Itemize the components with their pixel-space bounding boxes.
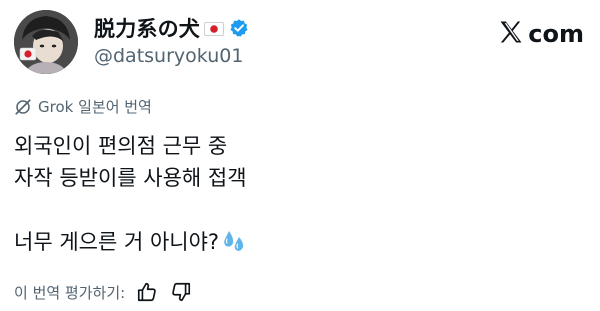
- japan-flag-icon: [204, 21, 224, 36]
- rate-translation-row: 이 번역 평가하기:: [14, 280, 193, 304]
- thumbs-down-icon[interactable]: [169, 280, 193, 304]
- name-row: 脱力系の犬: [94, 14, 249, 42]
- tweet-line-1: 외국인이 편의점 근무 중: [14, 134, 228, 158]
- avatar[interactable]: [14, 10, 78, 74]
- tweet-line-3: 너무 게으른 거 아니야?: [14, 230, 220, 254]
- translation-label: Grok 일본어 번역: [38, 98, 152, 116]
- thumbs-up-icon[interactable]: [135, 280, 159, 304]
- grok-icon: [14, 98, 32, 116]
- display-name[interactable]: 脱力系の犬: [94, 13, 200, 43]
- x-logo[interactable]: com: [496, 18, 584, 50]
- tweet-line-3-row: 너무 게으른 거 아니야?: [14, 226, 247, 258]
- tweet-line-2: 자작 등받이를 사용해 접객: [14, 166, 247, 190]
- user-handle[interactable]: @datsuryoku01: [94, 45, 243, 67]
- grok-translation-label[interactable]: Grok 일본어 번역: [14, 96, 152, 117]
- tweet-text: 외국인이 편의점 근무 중 자작 등받이를 사용해 접객 너무 게으른 거 아니…: [14, 130, 247, 258]
- verified-badge-icon: [229, 18, 249, 38]
- rate-translation-label: 이 번역 평가하기:: [14, 283, 126, 302]
- sweat-droplets-icon: [221, 228, 247, 254]
- x-logo-icon: [496, 18, 526, 50]
- tweet-header: 脱力系の犬 @datsuryoku01 com: [14, 10, 584, 74]
- x-logo-text: com: [528, 20, 584, 48]
